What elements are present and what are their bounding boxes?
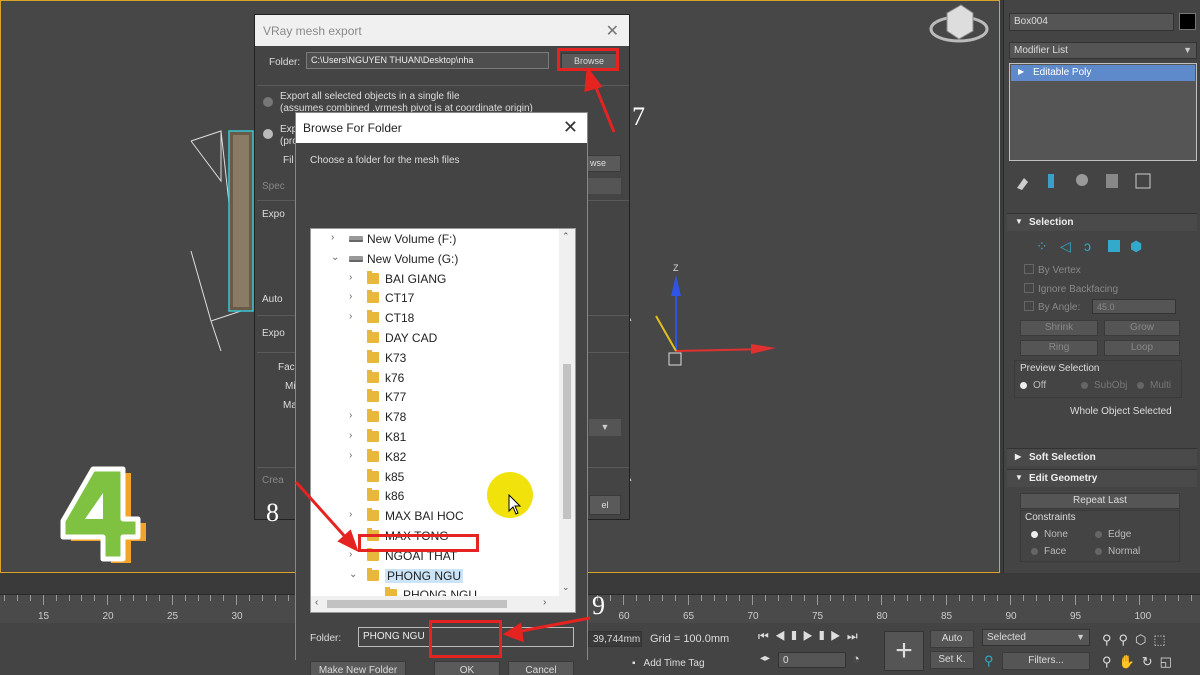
step-7-label: 7 — [632, 102, 645, 131]
screen: Z Box004 Modifier List ▼ ▶ Editable Poly — [0, 0, 1200, 675]
annotation-arrows — [294, 66, 616, 643]
step-8-label: 8 — [266, 498, 279, 527]
step-9-label: 9 — [592, 591, 605, 620]
